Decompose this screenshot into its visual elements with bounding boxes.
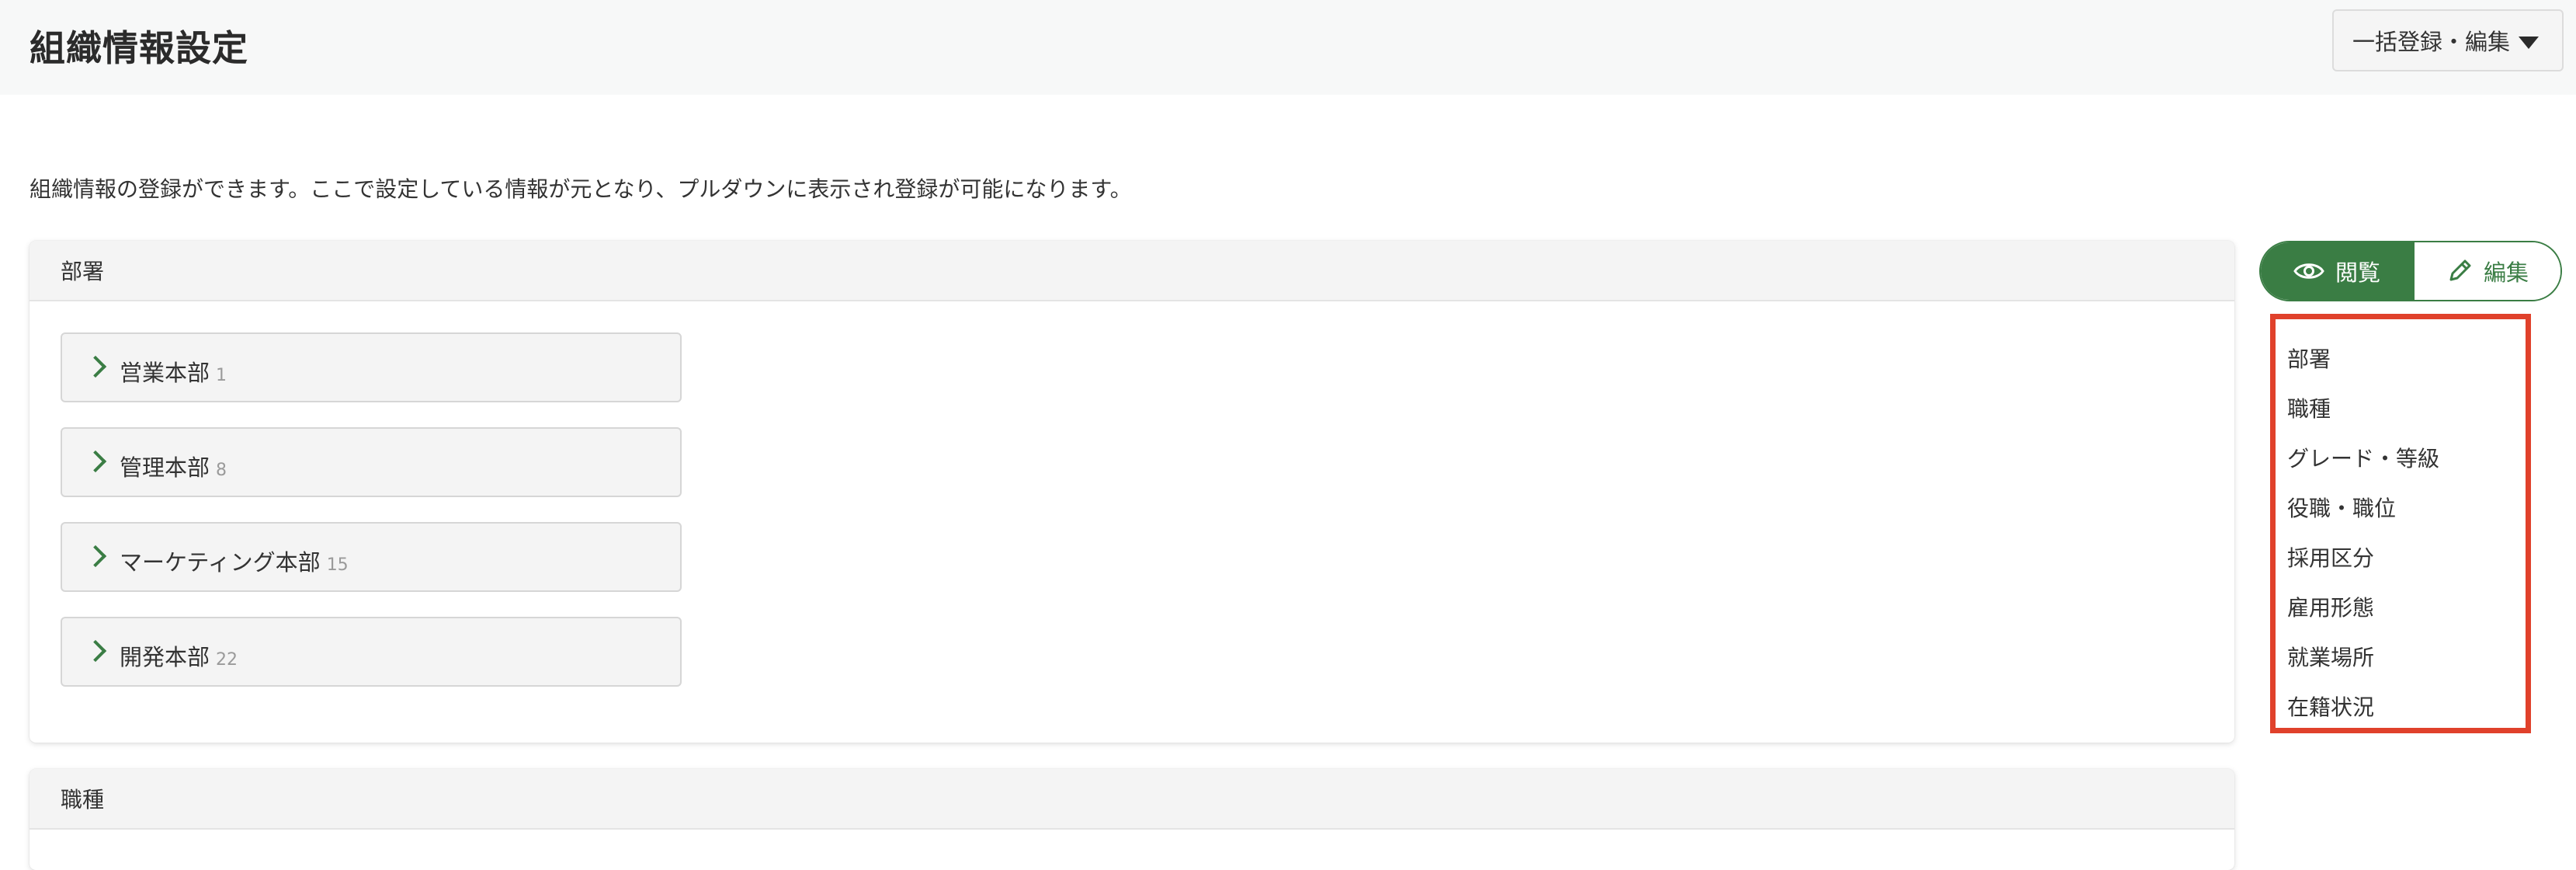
- section-nav-item-employment-type[interactable]: 雇用形態: [2287, 591, 2374, 622]
- department-name: マーケティング本部: [120, 549, 321, 576]
- department-panel: 部署 営業本部 1 管理本部 8 マーケティング本部 15 開発本部 22: [30, 241, 2234, 743]
- department-item[interactable]: 開発本部 22: [61, 617, 682, 687]
- section-nav-item-grade[interactable]: グレード・等級: [2287, 442, 2439, 473]
- chevron-right-icon: [84, 639, 107, 663]
- section-nav-item-work-location[interactable]: 就業場所: [2287, 641, 2374, 672]
- page-description: 組織情報の登録ができます。ここで設定している情報が元となり、プルダウンに表示され…: [30, 176, 1132, 202]
- department-panel-title: 部署: [30, 241, 2234, 301]
- chevron-right-icon: [84, 355, 107, 378]
- eye-icon: [2293, 263, 2324, 279]
- department-item[interactable]: マーケティング本部 15: [61, 522, 682, 592]
- department-name: 管理本部: [120, 454, 210, 481]
- department-item[interactable]: 営業本部 1: [61, 332, 682, 402]
- page-header: 組織情報設定 一括登録・編集: [0, 0, 2576, 95]
- department-item[interactable]: 管理本部 8: [61, 427, 682, 497]
- section-nav-item-position[interactable]: 役職・職位: [2287, 492, 2396, 523]
- job-type-panel: 職種: [30, 769, 2234, 870]
- edit-mode-button[interactable]: 編集: [2413, 242, 2560, 300]
- bulk-register-edit-button[interactable]: 一括登録・編集: [2332, 9, 2564, 71]
- section-nav-item-employment-status[interactable]: 在籍状況: [2287, 691, 2374, 722]
- view-mode-label: 閲覧: [2335, 259, 2380, 286]
- department-name: 営業本部: [120, 360, 210, 386]
- caret-down-icon: [2519, 37, 2539, 49]
- chevron-right-icon: [84, 545, 107, 568]
- department-count: 8: [216, 461, 227, 480]
- department-name: 開発本部: [120, 644, 210, 670]
- view-mode-button[interactable]: 閲覧: [2261, 242, 2413, 300]
- section-nav-item-department[interactable]: 部署: [2287, 343, 2331, 374]
- job-type-panel-title: 職種: [30, 769, 2234, 830]
- section-nav: 部署 職種 グレード・等級 役職・職位 採用区分 雇用形態 就業場所 在籍状況: [2270, 314, 2531, 733]
- department-count: 15: [326, 555, 349, 575]
- section-nav-item-job-type[interactable]: 職種: [2287, 392, 2331, 423]
- page-title: 組織情報設定: [30, 27, 248, 69]
- pencil-icon: [2449, 259, 2471, 281]
- edit-mode-label: 編集: [2483, 259, 2529, 286]
- bulk-button-label: 一括登録・編集: [2352, 29, 2511, 55]
- department-count: 22: [216, 650, 238, 670]
- section-nav-item-hiring-category[interactable]: 採用区分: [2287, 541, 2374, 572]
- view-edit-toggle: 閲覧 編集: [2259, 241, 2562, 301]
- department-count: 1: [216, 366, 227, 385]
- chevron-right-icon: [84, 450, 107, 473]
